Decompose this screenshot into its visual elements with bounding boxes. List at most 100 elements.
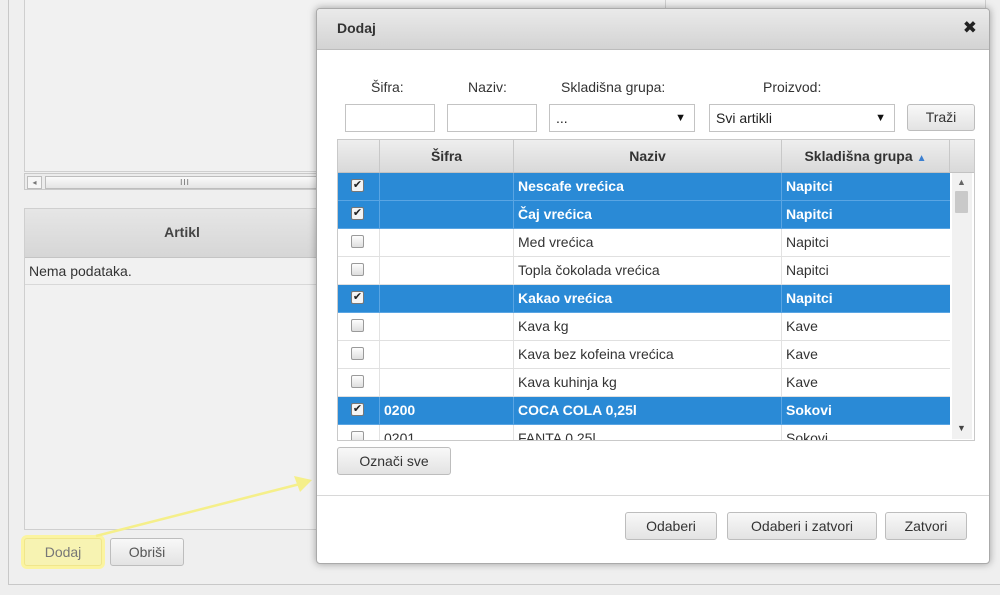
proizvod-select[interactable]: Svi artikli ▼ <box>709 104 895 132</box>
search-button[interactable]: Traži <box>907 104 975 131</box>
checkbox-checked-icon[interactable]: ✔ <box>351 207 364 220</box>
sifra-input[interactable] <box>345 104 435 132</box>
cell-sifra: 0200 <box>380 397 514 424</box>
scroll-down-icon[interactable]: ▼ <box>957 423 966 433</box>
empty-message: Nema podataka. <box>29 263 132 279</box>
cell-sifra: 0201 <box>380 425 514 440</box>
grid-header: Šifra Naziv Skladišna grupa ▲ <box>338 140 974 173</box>
column-header-artikl: Artikl <box>164 224 200 240</box>
cell-sifra <box>380 257 514 284</box>
checkbox-icon[interactable] <box>351 235 364 248</box>
scroll-left-icon[interactable]: ◂ <box>27 176 42 189</box>
checkbox-icon[interactable] <box>351 263 364 276</box>
row-select-cell[interactable] <box>338 313 380 340</box>
cell-naziv: COCA COLA 0,25l <box>514 397 782 424</box>
cell-naziv: FANTA 0,25l <box>514 425 782 440</box>
cell-sifra <box>380 341 514 368</box>
cell-grupa: Sokovi <box>786 402 832 418</box>
row-select-cell[interactable] <box>338 341 380 368</box>
cell-grupa: Napitci <box>786 290 833 306</box>
delete-button[interactable]: Obriši <box>110 538 184 566</box>
dialog-title: Dodaj <box>337 20 376 36</box>
cell-naziv: Kava kg <box>514 313 782 340</box>
row-select-cell[interactable] <box>338 425 380 440</box>
table-row[interactable]: Kava kuhinja kg Kave <box>338 369 950 397</box>
cell-sifra <box>380 229 514 256</box>
naziv-label: Naziv: <box>468 79 507 95</box>
cell-naziv: Kava bez kofeina vrećica <box>514 341 782 368</box>
table-row[interactable]: 0201 FANTA 0,25l Sokovi <box>338 425 950 441</box>
select-and-close-button[interactable]: Odaberi i zatvori <box>727 512 877 540</box>
row-select-cell[interactable]: ✔ <box>338 173 380 200</box>
table-row[interactable]: Med vrećica Napitci <box>338 229 950 257</box>
table-row[interactable]: ✔ Čaj vrećica Napitci <box>338 201 950 229</box>
column-header-grupa[interactable]: Skladišna grupa ▲ <box>782 140 950 172</box>
dropdown-arrow-icon: ▼ <box>875 112 886 124</box>
cell-sifra <box>380 369 514 396</box>
row-select-cell[interactable] <box>338 369 380 396</box>
row-select-cell[interactable]: ✔ <box>338 397 380 424</box>
horizontal-scrollbar[interactable]: ◂ III <box>24 173 325 190</box>
close-button[interactable]: Zatvori <box>885 512 967 540</box>
sifra-label: Šifra: <box>371 79 404 95</box>
checkbox-icon[interactable] <box>351 431 364 440</box>
upper-divider <box>665 0 666 8</box>
cell-naziv: Kakao vrećica <box>514 285 782 312</box>
column-header-select <box>338 140 380 172</box>
checkbox-icon[interactable] <box>351 319 364 332</box>
grid-body: ✔ Nescafe vrećica Napitci ✔ Čaj vrećica Napit… <box>338 173 950 441</box>
proizvod-label: Proizvod: <box>763 79 822 95</box>
dialog-titlebar[interactable]: Dodaj ✖ <box>317 9 989 50</box>
add-button-highlighted[interactable]: Dodaj <box>24 538 102 566</box>
checkbox-icon[interactable] <box>351 347 364 360</box>
checkbox-icon[interactable] <box>351 375 364 388</box>
scrollbar-thumb[interactable]: III <box>45 176 325 189</box>
column-header-naziv[interactable]: Naziv <box>514 140 782 172</box>
table-row[interactable]: ✔ 0200 COCA COLA 0,25l Sokovi <box>338 397 950 425</box>
cell-grupa: Kave <box>786 374 818 390</box>
table-row[interactable]: ✔ Kakao vrećica Napitci <box>338 285 950 313</box>
scrollbar-thumb[interactable] <box>955 191 968 213</box>
cell-sifra <box>380 313 514 340</box>
close-icon[interactable]: ✖ <box>963 18 977 38</box>
table-row[interactable]: Kava bez kofeina vrećica Kave <box>338 341 950 369</box>
cell-grupa: Napitci <box>786 234 829 250</box>
checkbox-checked-icon[interactable]: ✔ <box>351 403 364 416</box>
cell-naziv: Nescafe vrećica <box>514 173 782 200</box>
cell-grupa: Kave <box>786 318 818 334</box>
dropdown-arrow-icon: ▼ <box>675 112 686 124</box>
grupa-select[interactable]: ... ▼ <box>549 104 695 132</box>
cell-naziv: Topla čokolada vrećica <box>514 257 782 284</box>
grupa-label: Skladišna grupa: <box>561 79 666 95</box>
select-button[interactable]: Odaberi <box>625 512 717 540</box>
row-select-cell[interactable] <box>338 229 380 256</box>
proizvod-select-value: Svi artikli <box>716 110 773 126</box>
checkbox-checked-icon[interactable]: ✔ <box>351 291 364 304</box>
row-select-cell[interactable]: ✔ <box>338 285 380 312</box>
table-row[interactable]: Topla čokolada vrećica Napitci <box>338 257 950 285</box>
select-all-button[interactable]: Označi sve <box>337 447 451 475</box>
footer-divider <box>317 495 989 496</box>
naziv-input[interactable] <box>447 104 537 132</box>
column-header-sifra[interactable]: Šifra <box>380 140 514 172</box>
cell-naziv: Med vrećica <box>514 229 782 256</box>
cell-naziv: Čaj vrećica <box>514 201 782 228</box>
add-dialog: Dodaj ✖ Šifra: Naziv: Skladišna grupa: P… <box>316 8 990 564</box>
table-row[interactable]: ✔ Nescafe vrećica Napitci <box>338 173 950 201</box>
cell-sifra <box>380 285 514 312</box>
cell-sifra <box>380 201 514 228</box>
row-select-cell[interactable]: ✔ <box>338 201 380 228</box>
vertical-scrollbar[interactable]: ▲ ▼ <box>952 173 972 439</box>
sort-ascending-icon: ▲ <box>916 153 927 164</box>
scroll-up-icon[interactable]: ▲ <box>957 177 966 187</box>
checkbox-checked-icon[interactable]: ✔ <box>351 179 364 192</box>
cell-grupa: Sokovi <box>786 430 829 441</box>
table-row[interactable]: Kava kg Kave <box>338 313 950 341</box>
grupa-select-value: ... <box>556 110 568 126</box>
row-select-cell[interactable] <box>338 257 380 284</box>
column-header-grupa-label: Skladišna grupa <box>804 148 913 164</box>
cell-grupa: Kave <box>786 346 818 362</box>
cell-grupa: Napitci <box>786 178 833 194</box>
cell-naziv: Kava kuhinja kg <box>514 369 782 396</box>
cell-grupa: Napitci <box>786 262 829 278</box>
